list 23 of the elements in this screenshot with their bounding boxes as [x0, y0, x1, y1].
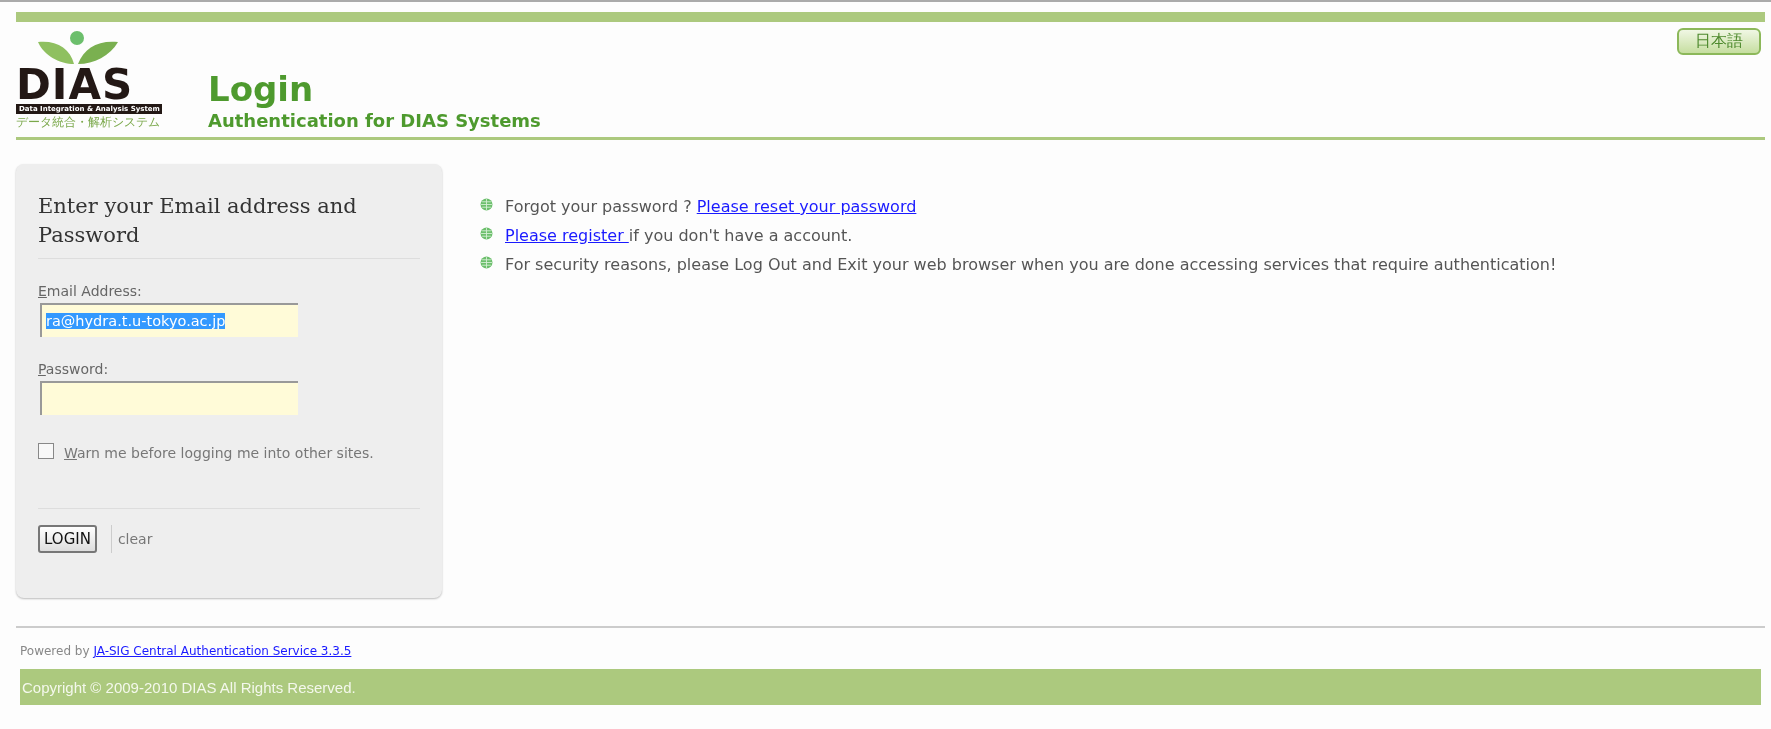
- powered-by-text: Powered by JA-SIG Central Authentication Service 3.3.5: [20, 644, 352, 658]
- logo-japanese-text: データ統合・解析システム: [16, 114, 160, 131]
- field-label: Email Address:: [38, 283, 142, 299]
- notice-text: Forgot your password ? Please reset your password: [505, 196, 917, 218]
- page-title: Login: [208, 70, 315, 108]
- checkbox[interactable]: [38, 443, 54, 459]
- login-button[interactable]: LOGIN: [38, 525, 97, 553]
- globe-icon: [480, 198, 493, 211]
- page-subtitle: Authentication for DIAS Systems: [208, 110, 541, 131]
- notice-text: Please register if you don't have a account.: [505, 225, 853, 247]
- checkbox-label: Warn me before logging me into other sites.: [64, 444, 374, 463]
- cas-link[interactable]: JA-SIG Central Authentication Service 3.3.5: [93, 644, 352, 658]
- password-field[interactable]: [40, 381, 298, 415]
- notice-link[interactable]: Please reset your password: [696, 197, 917, 216]
- notice-link[interactable]: Please register: [505, 226, 629, 245]
- form-heading: Enter your Email address and Password: [38, 192, 420, 259]
- logo-wordmark: DIAS: [16, 66, 134, 104]
- notice-text: For security reasons, please Log Out and Exit your web browser when you are done accessing services that require authentication!: [505, 254, 1557, 276]
- copyright-text: Copyright © 2009-2010 DIAS All Rights Reserved.: [22, 678, 356, 696]
- globe-icon: [480, 227, 493, 240]
- globe-icon: [480, 256, 493, 269]
- field-label: Password:: [38, 361, 109, 377]
- clear-link[interactable]: clear: [110, 525, 153, 553]
